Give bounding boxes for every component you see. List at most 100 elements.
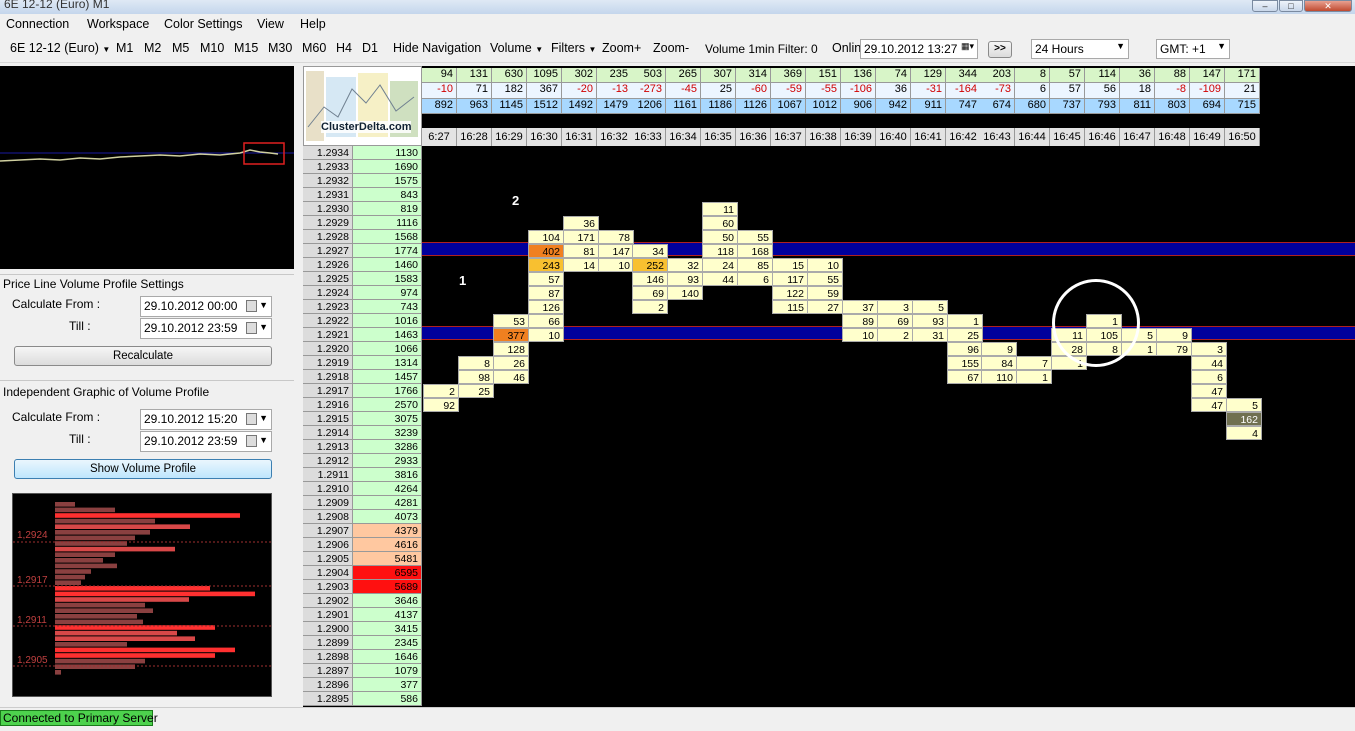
tf-d1[interactable]: D1 <box>362 41 378 55</box>
time-label: 16:33 <box>631 128 666 146</box>
menu-color-settings[interactable]: Color Settings <box>164 17 243 31</box>
header-total-cell: 151 <box>806 68 841 83</box>
price-label: 1.2910 <box>303 482 353 496</box>
volume-cell: 4264 <box>353 482 422 496</box>
header-delta-cell: 18 <box>1120 83 1155 99</box>
price-label: 1.2925 <box>303 272 353 286</box>
online-label: Onlin <box>832 41 862 55</box>
cluster-cell: 4 <box>1226 426 1262 440</box>
volume-cell: 2933 <box>353 454 422 468</box>
pl-till-input[interactable]: 29.10.2012 23:59 ▼ <box>140 318 272 339</box>
vp-bar <box>55 614 137 619</box>
pl-from-input[interactable]: 29.10.2012 00:00 ▼ <box>140 296 272 317</box>
price-label: 1.2895 <box>303 692 353 706</box>
volume-cell: 1646 <box>353 650 422 664</box>
recalculate-button[interactable]: Recalculate <box>14 346 272 366</box>
tf-m5[interactable]: M5 <box>172 41 189 55</box>
cluster-cell: 122 <box>772 286 808 300</box>
header-cumulative-cell: 674 <box>980 99 1015 114</box>
close-icon[interactable]: ✕ <box>1304 0 1352 12</box>
volume-cell: 1066 <box>353 342 422 356</box>
range-select[interactable]: 24 Hours ▼ <box>1031 39 1129 59</box>
vp-level-label: 1,2917 <box>17 575 48 586</box>
header-total-cell: 131 <box>457 68 492 83</box>
cluster-cell: 92 <box>423 398 459 412</box>
tf-m10[interactable]: M10 <box>200 41 224 55</box>
cluster-cell: 84 <box>981 356 1017 370</box>
tf-m30[interactable]: M30 <box>268 41 292 55</box>
volume-cell: 4281 <box>353 496 422 510</box>
price-label: 1.2918 <box>303 370 353 384</box>
ig-till-input[interactable]: 29.10.2012 23:59 ▼ <box>140 431 272 452</box>
volume-cell: 1575 <box>353 174 422 188</box>
ig-from-input[interactable]: 29.10.2012 15:20 ▼ <box>140 409 272 430</box>
cluster-cell: 128 <box>493 342 529 356</box>
price-label: 1.2909 <box>303 496 353 510</box>
cluster-cell: 2 <box>423 384 459 398</box>
volume-cell: 1130 <box>353 146 422 160</box>
header-cumulative-cell: 694 <box>1190 99 1225 114</box>
vp-bar <box>55 670 61 675</box>
vp-bar <box>55 569 91 574</box>
menu-connection[interactable]: Connection <box>6 17 69 31</box>
volume-cell: 3816 <box>353 468 422 482</box>
chevron-down-icon: ▼ <box>259 300 268 310</box>
chevron-down-icon: ▼ <box>102 45 111 54</box>
zoom-in-button[interactable]: Zoom+ <box>602 41 641 55</box>
time-label: 16:37 <box>771 128 806 146</box>
cluster-cell: 26 <box>493 356 529 370</box>
filters-menu[interactable]: Filters ▼ <box>551 41 596 55</box>
time-label: 16:45 <box>1050 128 1085 146</box>
maximize-icon[interactable]: □ <box>1279 0 1303 12</box>
show-volume-profile-button[interactable]: Show Volume Profile <box>14 459 272 479</box>
cluster-cell: 96 <box>947 342 983 356</box>
instrument-select[interactable]: 6E 12-12 (Euro) ▼ <box>10 41 110 55</box>
header-cumulative-cell: 942 <box>876 99 911 114</box>
volume-filter-label: Volume 1min Filter: 0 <box>705 42 818 56</box>
datetime-picker[interactable]: 29.10.2012 13:27 ▦▾ <box>860 39 978 59</box>
tf-m60[interactable]: M60 <box>302 41 326 55</box>
volume-cell: 1463 <box>353 328 422 342</box>
price-label: 1.2908 <box>303 510 353 524</box>
hide-navigation-button[interactable]: Hide Navigation <box>393 41 481 55</box>
gmt-select[interactable]: GMT: +1 ▼ <box>1156 39 1230 59</box>
price-label: 1.2903 <box>303 580 353 594</box>
cluster-cell: 25 <box>458 384 494 398</box>
tf-h4[interactable]: H4 <box>336 41 352 55</box>
price-label: 1.2932 <box>303 174 353 188</box>
calendar-icon <box>246 435 257 447</box>
cluster-cell: 146 <box>632 272 668 286</box>
go-button[interactable]: >> <box>988 41 1012 58</box>
price-label: 1.2926 <box>303 258 353 272</box>
volume-cell: 4073 <box>353 510 422 524</box>
menu-workspace[interactable]: Workspace <box>87 17 149 31</box>
volume-cell: 1016 <box>353 314 422 328</box>
header-delta-cell: 71 <box>457 83 492 99</box>
header-cumulative-cell: 737 <box>1050 99 1085 114</box>
cluster-cell: 243 <box>528 258 564 272</box>
volume-cell: 1690 <box>353 160 422 174</box>
vp-bar <box>55 664 135 669</box>
price-label: 1.2929 <box>303 216 353 230</box>
menu-help[interactable]: Help <box>300 17 326 31</box>
cluster-cell: 118 <box>702 244 738 258</box>
volume-cell: 743 <box>353 300 422 314</box>
price-label: 1.2907 <box>303 524 353 538</box>
cluster-cell: 93 <box>912 314 948 328</box>
header-total-cell: 344 <box>946 68 981 83</box>
tf-m2[interactable]: M2 <box>144 41 161 55</box>
cluster-cell: 155 <box>947 356 983 370</box>
volume-cell: 4616 <box>353 538 422 552</box>
header-total-cell: 302 <box>562 68 597 83</box>
menu-view[interactable]: View <box>257 17 284 31</box>
tf-m1[interactable]: M1 <box>116 41 133 55</box>
cluster-cell: 9 <box>981 342 1017 356</box>
volume-cell: 3239 <box>353 426 422 440</box>
vp-level-label: 1,2905 <box>17 655 48 666</box>
volume-menu[interactable]: Volume ▼ <box>490 41 543 55</box>
navigation-mini-chart[interactable] <box>0 66 294 269</box>
cluster-cell: 110 <box>981 370 1017 384</box>
zoom-out-button[interactable]: Zoom- <box>653 41 689 55</box>
tf-m15[interactable]: M15 <box>234 41 258 55</box>
minimize-icon[interactable]: – <box>1252 0 1278 12</box>
